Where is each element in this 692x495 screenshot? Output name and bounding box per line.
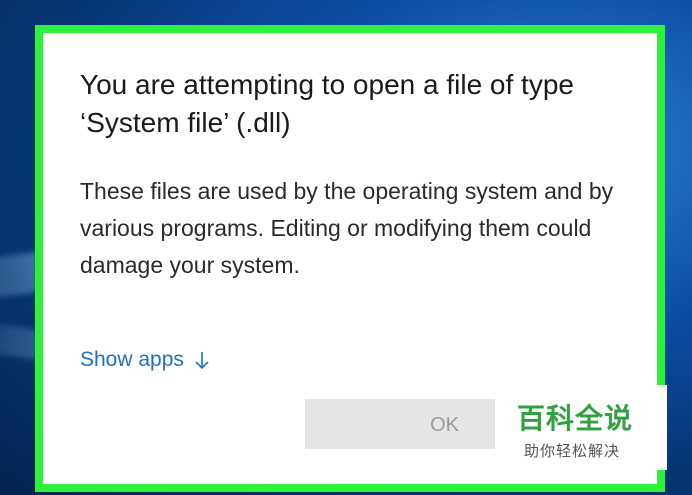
- watermark-subtitle: 助你轻松解决: [524, 442, 621, 460]
- show-apps-label: Show apps: [80, 348, 184, 371]
- arrow-down-icon: [194, 350, 210, 370]
- watermark: 百科全说 助你轻松解决: [505, 385, 667, 470]
- watermark-title: 百科全说: [517, 402, 634, 435]
- ok-button[interactable]: OK: [305, 399, 495, 449]
- dialog-message: These files are used by the operating sy…: [80, 178, 614, 278]
- dialog-title: You are attempting to open a file of typ…: [80, 69, 574, 138]
- show-apps-link[interactable]: Show apps: [80, 348, 210, 372]
